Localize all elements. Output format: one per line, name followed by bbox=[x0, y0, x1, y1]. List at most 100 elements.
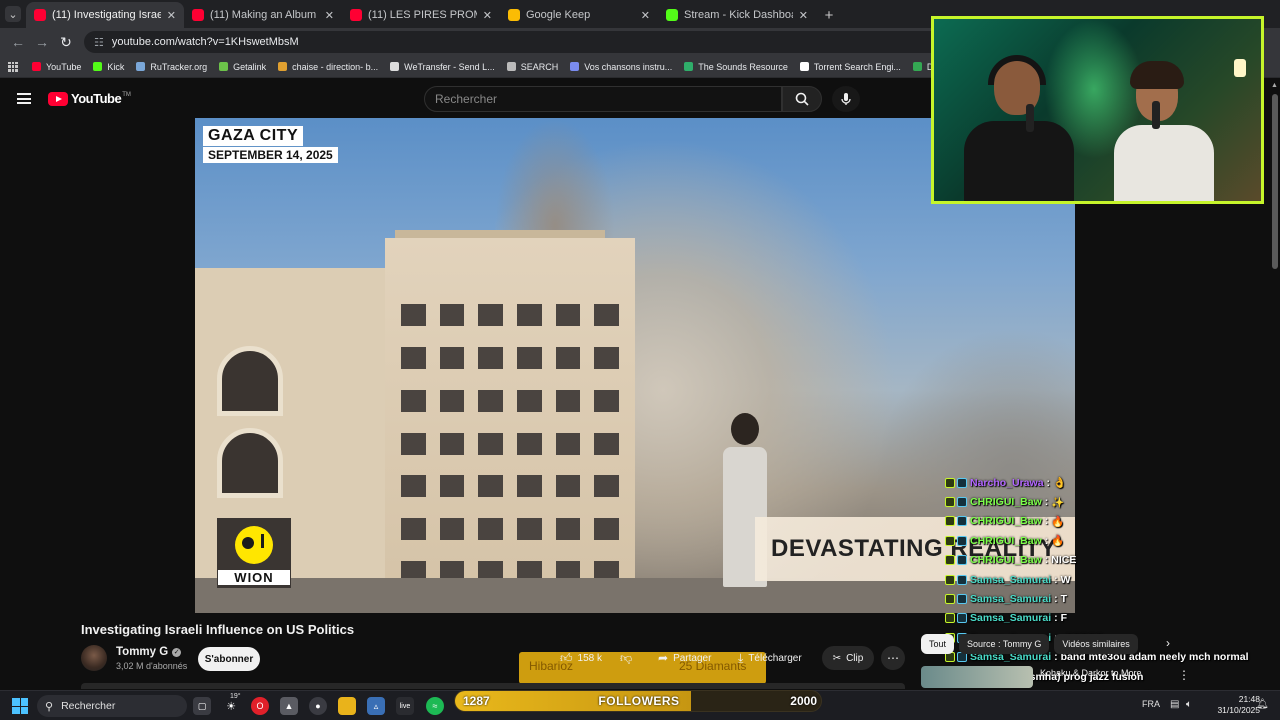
dislike-button[interactable]: 👎︎ bbox=[620, 646, 637, 670]
bookmark-item[interactable]: Vos chansons instru... bbox=[570, 62, 672, 72]
chat-message: CHRIGUI_Baw: ✨ bbox=[945, 492, 1280, 511]
browser-tab-1[interactable]: (11) Investigating Israeli Influen ✕ bbox=[26, 2, 184, 28]
forward-arrow-icon[interactable]: → bbox=[30, 30, 54, 54]
live-app-icon[interactable]: live bbox=[396, 697, 414, 715]
taskbar-search[interactable]: ⚲ Rechercher bbox=[37, 695, 187, 717]
wion-logo-text: WION bbox=[218, 570, 290, 585]
share-button[interactable]: ➦ Partager bbox=[658, 646, 711, 670]
volume-icon[interactable]: 🔈︎ bbox=[1186, 699, 1192, 710]
chat-separator: : bbox=[1054, 593, 1058, 606]
clip-button[interactable]: ✂ Clip bbox=[822, 646, 874, 670]
subscriber-badge-icon bbox=[945, 497, 955, 508]
windows-start-icon[interactable] bbox=[12, 698, 28, 714]
bookmark-item[interactable]: RuTracker.org bbox=[136, 62, 207, 72]
search-button[interactable] bbox=[782, 86, 822, 112]
bookmark-label: RuTracker.org bbox=[150, 61, 208, 72]
chip-all[interactable]: Tout bbox=[921, 634, 955, 654]
gifter-badge-icon bbox=[957, 594, 967, 605]
weather-temp: 19° bbox=[230, 693, 241, 700]
opera-icon[interactable]: O bbox=[251, 697, 269, 715]
reload-icon[interactable]: ↻ bbox=[54, 30, 78, 54]
spotify-icon[interactable]: ≈ bbox=[426, 697, 444, 715]
bookmark-label: Vos chansons instru... bbox=[584, 61, 673, 72]
scroll-up-icon[interactable]: ▲ bbox=[1271, 82, 1278, 89]
menu-icon[interactable] bbox=[17, 93, 31, 104]
description-box[interactable] bbox=[81, 683, 905, 689]
address-bar[interactable]: ☷ youtube.com/watch?v=1KHswetMbsM bbox=[84, 31, 954, 53]
language-indicator[interactable]: FRA bbox=[1142, 699, 1160, 709]
photos-icon[interactable]: ▵ bbox=[367, 697, 385, 715]
like-button[interactable]: 👍︎ 158 k bbox=[560, 646, 602, 670]
back-arrow-icon[interactable]: ← bbox=[6, 30, 30, 54]
url-text: youtube.com/watch?v=1KHswetMbsM bbox=[111, 36, 299, 48]
screen: ⌄ (11) Investigating Israeli Influen ✕ (… bbox=[0, 0, 1280, 720]
chat-text: 🔥 bbox=[1051, 515, 1065, 528]
close-icon[interactable]: ✕ bbox=[641, 9, 650, 22]
file-explorer-icon[interactable] bbox=[338, 697, 356, 715]
thumbs-down-icon: 👎︎ bbox=[620, 650, 633, 665]
browser-tab-4[interactable]: Google Keep ✕ bbox=[500, 2, 658, 28]
new-tab-button[interactable]: + bbox=[816, 2, 842, 28]
arched-window bbox=[217, 428, 283, 498]
apps-grid-icon[interactable] bbox=[8, 61, 18, 72]
app-icon[interactable]: ▲ bbox=[280, 697, 298, 715]
followers-label: FOLLOWERS bbox=[598, 694, 680, 708]
chevron-right-icon[interactable]: › bbox=[1166, 636, 1170, 650]
chat-text: T bbox=[1060, 593, 1068, 606]
chat-username: CHRIGUI_Baw bbox=[970, 554, 1042, 567]
chat-message: Samsa_Samurai: W bbox=[945, 570, 1280, 589]
browser-tab-2[interactable]: (11) Making an Album in an OF ✕ bbox=[184, 2, 342, 28]
voice-search-button[interactable] bbox=[832, 86, 860, 112]
keep-icon bbox=[508, 9, 520, 21]
network-icon[interactable]: ▤ bbox=[1170, 699, 1179, 710]
trademark: TM bbox=[122, 91, 131, 98]
scrollbar-thumb[interactable] bbox=[1272, 94, 1278, 269]
youtube-logo[interactable]: YouTube TM bbox=[48, 91, 131, 106]
bookmark-item[interactable]: Torrent Search Engi... bbox=[799, 62, 901, 72]
search-input[interactable]: Rechercher bbox=[424, 86, 782, 112]
subscriber-badge-icon bbox=[945, 574, 955, 585]
followers-target: 2000 bbox=[790, 694, 817, 708]
followers-goal-bar: FOLLOWERS 1287 2000 bbox=[454, 690, 822, 712]
video-title: Investigating Israeli Influence on US Po… bbox=[81, 622, 355, 637]
site-info-icon[interactable]: ☷ bbox=[94, 36, 104, 49]
chat-text: ✨ bbox=[1051, 496, 1065, 509]
more-vert-icon[interactable]: ⋮ bbox=[1178, 668, 1190, 682]
close-icon[interactable]: ✕ bbox=[325, 9, 334, 22]
chip-source[interactable]: Source : Tommy G bbox=[959, 634, 1050, 654]
page-scrollbar[interactable]: ▲ bbox=[1270, 80, 1280, 692]
bookmark-item[interactable]: chaise - direction- b... bbox=[278, 62, 378, 72]
channel-watermark: WION bbox=[217, 518, 291, 588]
chat-text: W bbox=[1060, 573, 1071, 586]
close-icon[interactable]: ✕ bbox=[483, 9, 492, 22]
close-icon[interactable]: ✕ bbox=[799, 9, 808, 22]
browser-tab-3[interactable]: (11) LES PIRES PROMOS D'ARTI ✕ bbox=[342, 2, 500, 28]
bookmark-item[interactable]: SEARCH bbox=[506, 62, 558, 72]
tab-label: (11) Making an Album in an OF bbox=[210, 9, 319, 21]
task-view-icon[interactable]: ▢ bbox=[193, 697, 211, 715]
bookmark-item[interactable]: Kick bbox=[93, 62, 124, 72]
clock[interactable]: 21:48 31/10/2025 bbox=[1204, 694, 1260, 716]
bookmark-item[interactable]: WeTransfer - Send L... bbox=[390, 62, 495, 72]
more-actions-button[interactable]: ⋯ bbox=[881, 646, 905, 670]
bookmark-item[interactable]: YouTube bbox=[32, 62, 81, 72]
obs-icon[interactable]: ● bbox=[309, 697, 327, 715]
browser-tab-5[interactable]: Stream - Kick Dashboard ✕ bbox=[658, 2, 816, 28]
bookmark-item[interactable]: The Sounds Resource bbox=[684, 62, 788, 72]
tab-search-button[interactable]: ⌄ bbox=[0, 0, 26, 28]
gifter-badge-icon bbox=[957, 555, 967, 566]
suggested-video-thumbnail[interactable] bbox=[921, 666, 1033, 688]
close-icon[interactable]: ✕ bbox=[167, 9, 176, 22]
bookmark-favicon-icon bbox=[506, 62, 516, 71]
suggested-video-title[interactable]: Kohaku & Darkor to More bbox=[1040, 668, 1142, 678]
bookmark-item[interactable]: Getalink bbox=[219, 62, 266, 72]
download-button[interactable]: ⤓ Télécharger bbox=[738, 646, 802, 670]
channel-name[interactable]: Tommy G ✓ bbox=[116, 646, 182, 658]
chip-similar[interactable]: Vidéos similaires bbox=[1054, 634, 1138, 654]
microphone bbox=[1026, 104, 1034, 132]
notification-bell-icon[interactable]: 🔔︎ bbox=[1256, 699, 1269, 710]
subscribe-button[interactable]: S'abonner bbox=[198, 647, 260, 671]
chat-separator: : bbox=[1044, 534, 1049, 547]
channel-avatar[interactable] bbox=[81, 645, 107, 671]
like-count: 158 k bbox=[577, 652, 603, 664]
